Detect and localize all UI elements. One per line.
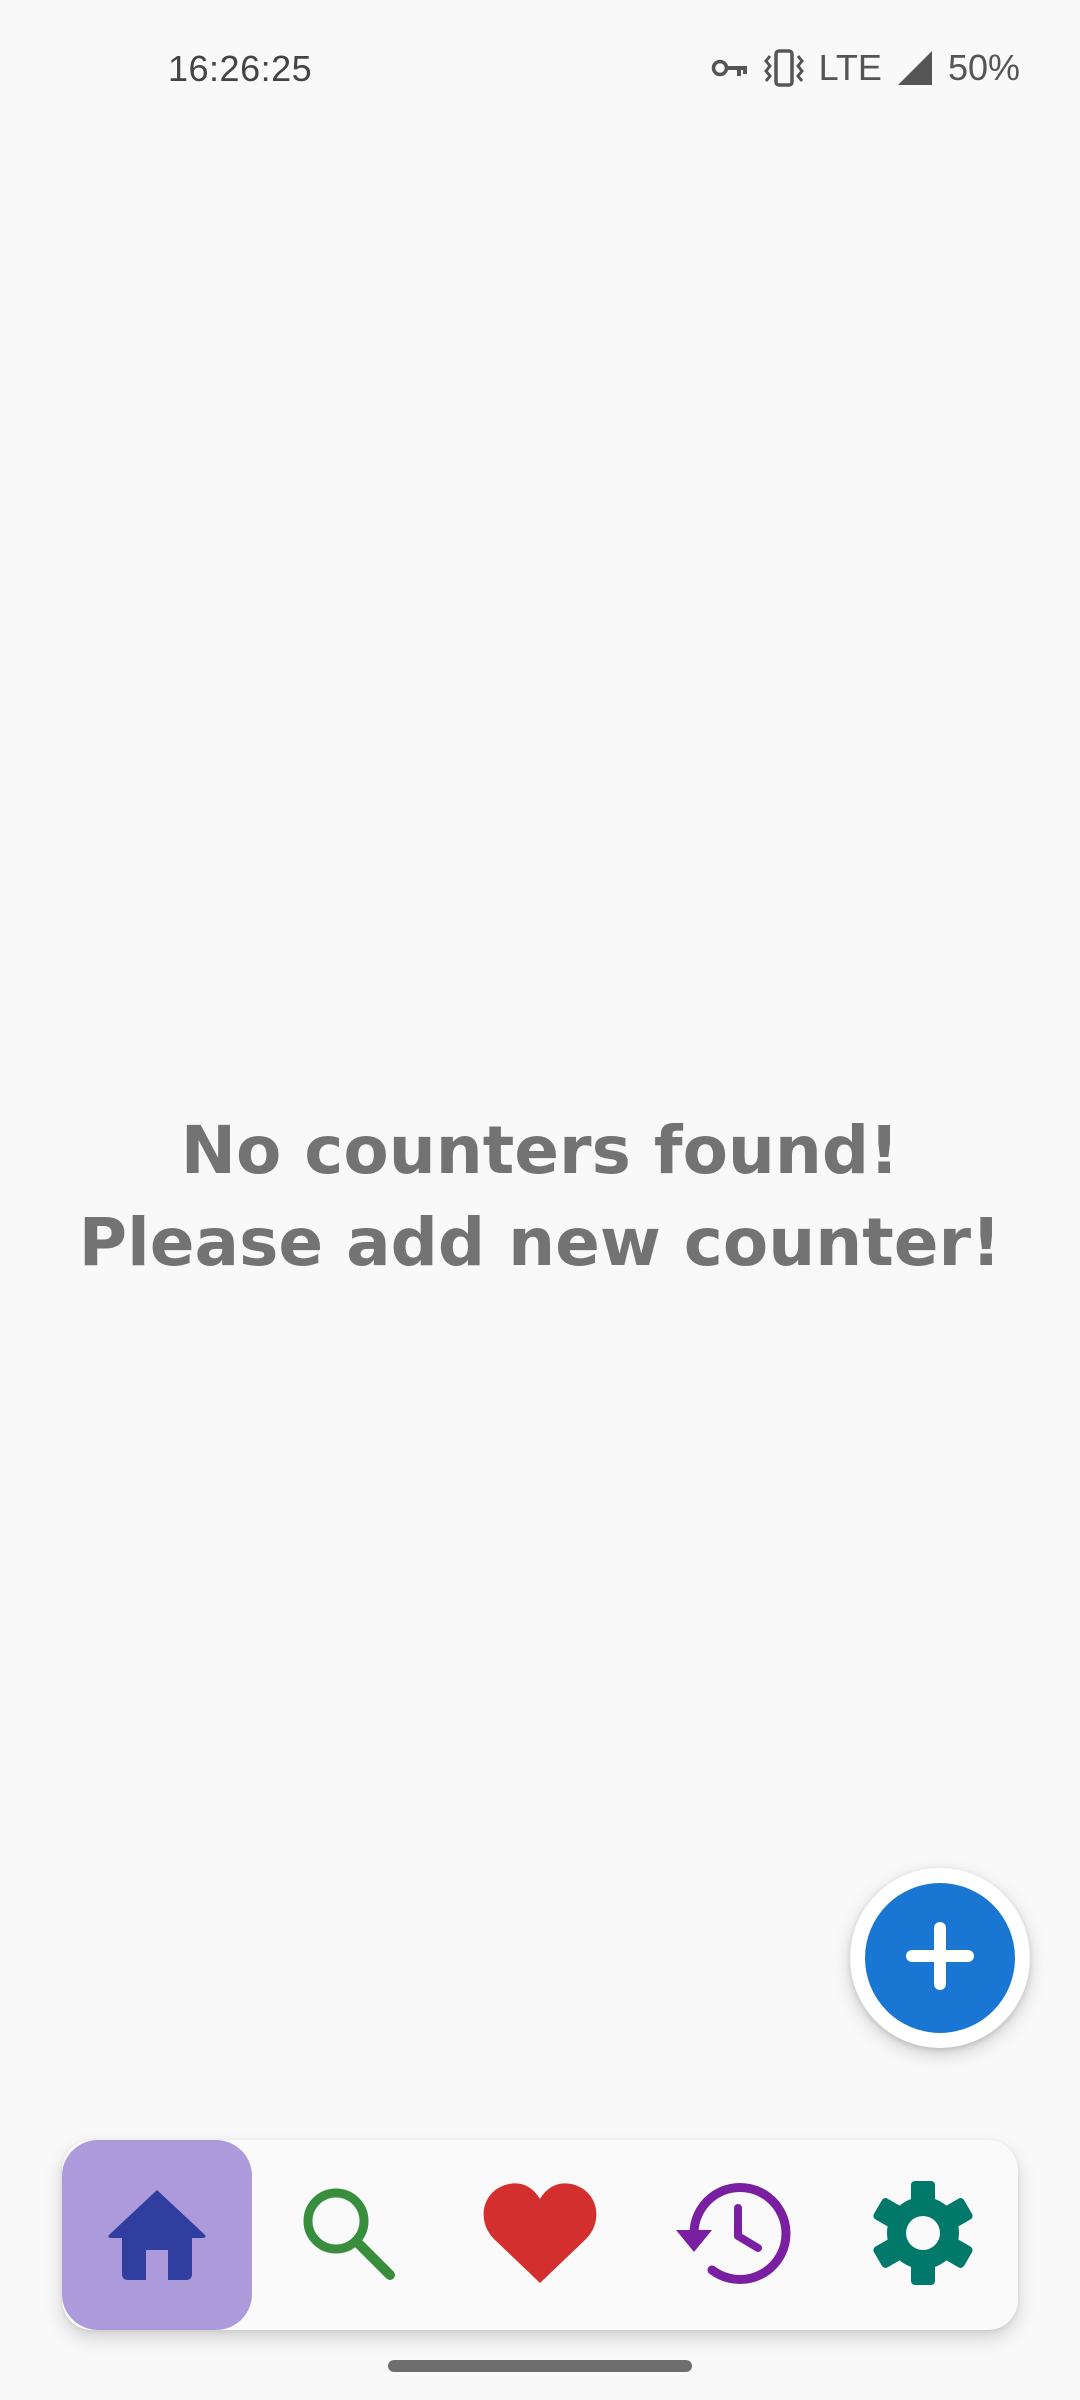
add-counter-button[interactable] bbox=[865, 1883, 1015, 2033]
app-screen: 16:26:25 LTE 50% No counters found! Plea… bbox=[0, 0, 1080, 2400]
signal-icon bbox=[896, 49, 934, 87]
nav-home[interactable] bbox=[62, 2140, 252, 2330]
battery-percent: 50% bbox=[947, 47, 1020, 88]
bottom-navigation bbox=[62, 2140, 1018, 2330]
network-type: LTE bbox=[818, 47, 882, 88]
nav-settings[interactable] bbox=[828, 2140, 1018, 2330]
empty-state-message: No counters found! Please add new counte… bbox=[0, 1105, 1080, 1289]
history-icon bbox=[672, 2178, 792, 2293]
vpn-key-icon bbox=[711, 56, 749, 80]
add-counter-fab-container bbox=[850, 1868, 1030, 2048]
empty-state-subtitle: Please add new counter! bbox=[78, 1204, 1002, 1281]
nav-search[interactable] bbox=[253, 2140, 443, 2330]
nav-favorites[interactable] bbox=[445, 2140, 635, 2330]
gear-icon bbox=[867, 2177, 979, 2294]
plus-icon bbox=[902, 1918, 978, 1999]
search-icon bbox=[298, 2183, 398, 2288]
vibrate-icon bbox=[763, 48, 805, 88]
gesture-navigation-bar[interactable] bbox=[388, 2360, 692, 2372]
nav-history[interactable] bbox=[637, 2140, 827, 2330]
status-bar: 16:26:25 LTE 50% bbox=[0, 0, 1080, 140]
status-time: 16:26:25 bbox=[168, 48, 313, 89]
home-icon bbox=[104, 2184, 210, 2287]
heart-icon bbox=[481, 2181, 599, 2290]
empty-state-title: No counters found! bbox=[180, 1112, 900, 1189]
status-icons: LTE 50% bbox=[711, 44, 1020, 92]
